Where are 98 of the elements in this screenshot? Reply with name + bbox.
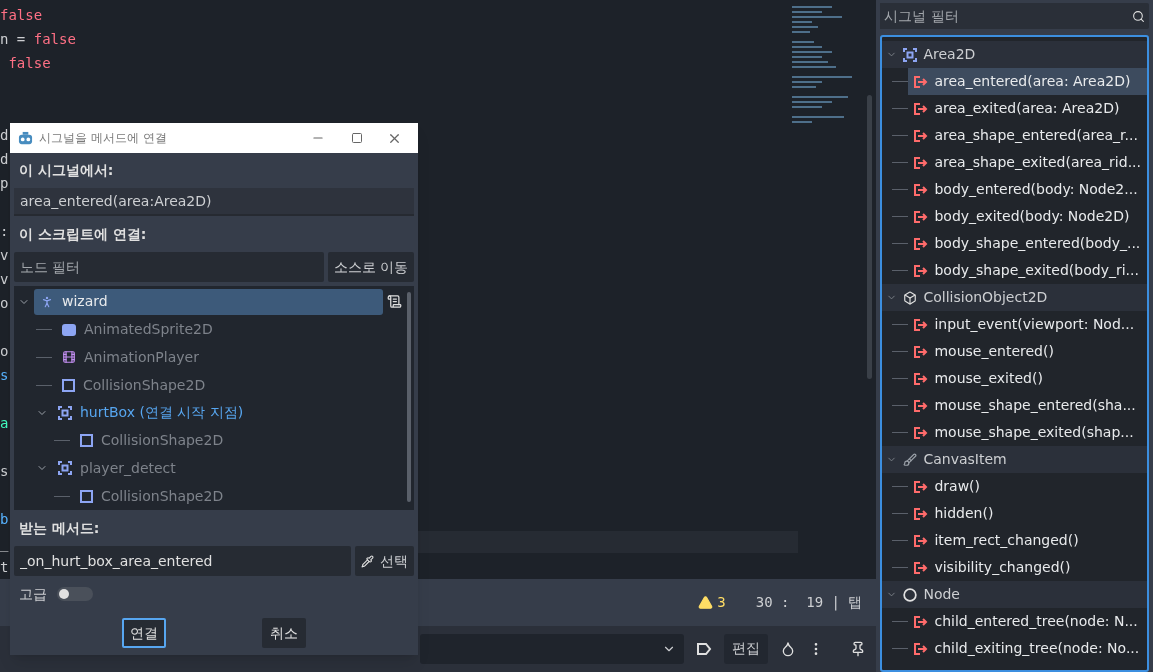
class-heading: Node bbox=[923, 585, 960, 604]
code-line: v bbox=[0, 246, 9, 265]
signal-icon bbox=[914, 345, 929, 358]
dialog-action[interactable]: 연결 bbox=[122, 618, 166, 648]
signal-item[interactable]: area_exited(area: Area2D) bbox=[908, 95, 1147, 122]
scrollbar-thumb[interactable] bbox=[866, 95, 872, 379]
advanced-label: 고급 bbox=[19, 584, 47, 604]
signal-icon bbox=[914, 561, 929, 574]
code-line: s bbox=[0, 366, 9, 385]
pick-button[interactable]: 선택 bbox=[355, 546, 414, 576]
code-line: o bbox=[0, 294, 9, 313]
code-line: a bbox=[0, 414, 9, 433]
signal-item[interactable]: mouse_shape_exited(shap... bbox=[908, 419, 1147, 446]
class-heading: Area2D bbox=[923, 45, 976, 64]
maximize-icon[interactable] bbox=[351, 132, 363, 144]
character-icon bbox=[40, 294, 54, 309]
code-line: n = false bbox=[0, 30, 76, 49]
signal-icon bbox=[914, 183, 929, 196]
signal-icon bbox=[914, 129, 929, 142]
signal-item[interactable]: mouse_exited() bbox=[908, 365, 1147, 392]
signal-item[interactable]: body_entered(body: Node2... bbox=[908, 176, 1147, 203]
signal-icon bbox=[914, 534, 929, 547]
signal-item[interactable]: input_event(viewport: Nod... bbox=[908, 311, 1147, 338]
signal-icon bbox=[914, 615, 929, 628]
signal-icon bbox=[914, 480, 929, 493]
signal-item[interactable]: child_exiting_tree(node: No... bbox=[908, 635, 1147, 662]
square-icon bbox=[80, 489, 93, 503]
section-label: 이 시그널에서: bbox=[18, 161, 115, 180]
signal-item[interactable]: mouse_entered() bbox=[908, 338, 1147, 365]
area-icon bbox=[58, 405, 72, 420]
signal-icon bbox=[914, 210, 929, 223]
search-icon bbox=[1132, 9, 1145, 23]
signal-field: area_entered(area:Area2D) bbox=[14, 188, 414, 216]
node-item[interactable]: wizard bbox=[34, 288, 383, 315]
signal-item[interactable]: body_shape_entered(body_... bbox=[908, 230, 1147, 257]
scrollbar-thumb[interactable] bbox=[407, 292, 411, 502]
signal-item[interactable]: child_entered_tree(node: N... bbox=[908, 608, 1147, 635]
signal-item[interactable]: hidden() bbox=[908, 500, 1147, 527]
code-line: b bbox=[0, 510, 9, 529]
code-line: _ bbox=[0, 534, 9, 554]
tag-icon[interactable] bbox=[696, 640, 713, 657]
code-line: t bbox=[0, 558, 9, 577]
robot-logo-icon bbox=[18, 130, 33, 146]
sprite-icon bbox=[62, 323, 76, 336]
signal-item[interactable]: area_shape_entered(area_r... bbox=[908, 122, 1147, 149]
square-icon bbox=[80, 434, 93, 448]
signal-icon bbox=[914, 264, 929, 277]
signal-icon bbox=[914, 399, 929, 412]
code-line: d bbox=[0, 150, 9, 169]
film-icon bbox=[62, 350, 76, 365]
code-line: d bbox=[0, 126, 9, 145]
signal-icon bbox=[914, 642, 929, 655]
area-icon bbox=[903, 47, 918, 62]
signal-icon bbox=[914, 318, 929, 331]
method-field[interactable]: _on_hurt_box_area_entered bbox=[14, 546, 351, 576]
warning-icon bbox=[698, 594, 714, 610]
node-item[interactable]: hurtBox (연결 시작 지점) bbox=[52, 399, 250, 426]
signal-icon bbox=[914, 507, 929, 520]
signal-icon bbox=[914, 102, 929, 115]
brush-icon bbox=[903, 452, 918, 467]
warning-count[interactable]: 3 bbox=[717, 591, 726, 613]
signal-item[interactable]: area_entered(area: Area2D) bbox=[908, 68, 1147, 95]
circle-icon bbox=[903, 587, 918, 602]
signal-icon bbox=[914, 75, 929, 88]
window-title: 시그널을 메서드에 연결 bbox=[39, 130, 168, 147]
pipette-icon bbox=[361, 554, 374, 568]
code-line: o bbox=[0, 342, 9, 361]
go-to-source-button[interactable]: 소스로 이동 bbox=[327, 252, 414, 282]
class-heading: CollisionObject2D bbox=[923, 288, 1048, 307]
signal-icon bbox=[914, 237, 929, 250]
code-line: s bbox=[0, 462, 9, 481]
code-line: p bbox=[0, 174, 9, 193]
section-label: 이 스크립트에 연결: bbox=[18, 225, 148, 244]
signal-item[interactable]: item_rect_changed() bbox=[908, 527, 1147, 554]
edit-button[interactable]: 편집 bbox=[724, 633, 769, 664]
dialog-action[interactable]: 취소 bbox=[262, 618, 306, 648]
signal-item[interactable]: body_exited(body: Node2D) bbox=[908, 203, 1147, 230]
code-line: false bbox=[0, 6, 43, 25]
code-line: : bbox=[0, 222, 9, 241]
advanced-switch[interactable] bbox=[57, 587, 93, 601]
signal-item[interactable]: visibility_changed() bbox=[908, 554, 1147, 581]
code-line: false bbox=[7, 54, 51, 73]
signal-item[interactable]: area_shape_exited(area_rid... bbox=[908, 149, 1147, 176]
signal-icon bbox=[914, 156, 929, 169]
square-icon bbox=[62, 378, 75, 392]
signal-item[interactable]: mouse_shape_entered(sha... bbox=[908, 392, 1147, 419]
code-line: v bbox=[0, 270, 9, 289]
section-label: 받는 메서드: bbox=[18, 519, 101, 538]
script-icon[interactable] bbox=[387, 294, 402, 310]
signal-icon bbox=[914, 426, 929, 439]
class-heading: CanvasItem bbox=[923, 450, 1007, 469]
signal-item[interactable]: draw() bbox=[908, 473, 1147, 500]
node-filter-field[interactable]: 노드 필터 bbox=[14, 252, 324, 282]
area-icon bbox=[58, 461, 72, 476]
cursor-position: 30 : 19 | 탭 bbox=[755, 592, 863, 613]
cube-icon bbox=[903, 290, 918, 305]
signal-icon bbox=[914, 372, 929, 385]
signal-item[interactable]: body_shape_exited(body_ri... bbox=[908, 257, 1147, 284]
